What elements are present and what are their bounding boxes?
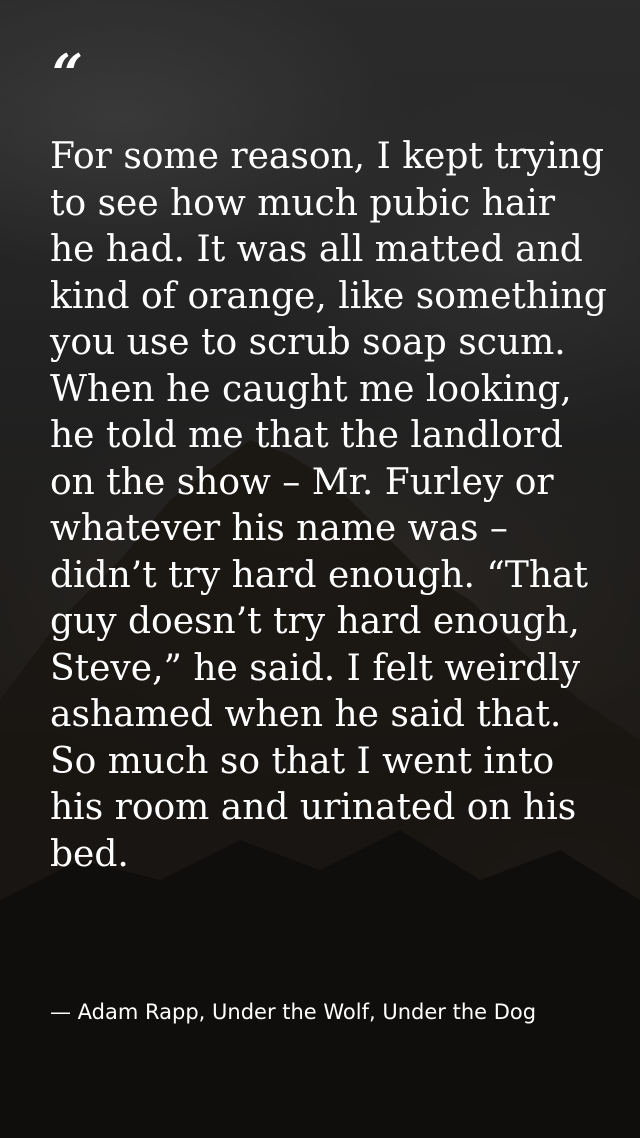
quote-text: For some reason, I kept trying to see ho… [50, 136, 607, 875]
open-quote-mark: “ [52, 42, 84, 106]
quote-attribution: — Adam Rapp, Under the Wolf, Under the D… [50, 1000, 537, 1024]
